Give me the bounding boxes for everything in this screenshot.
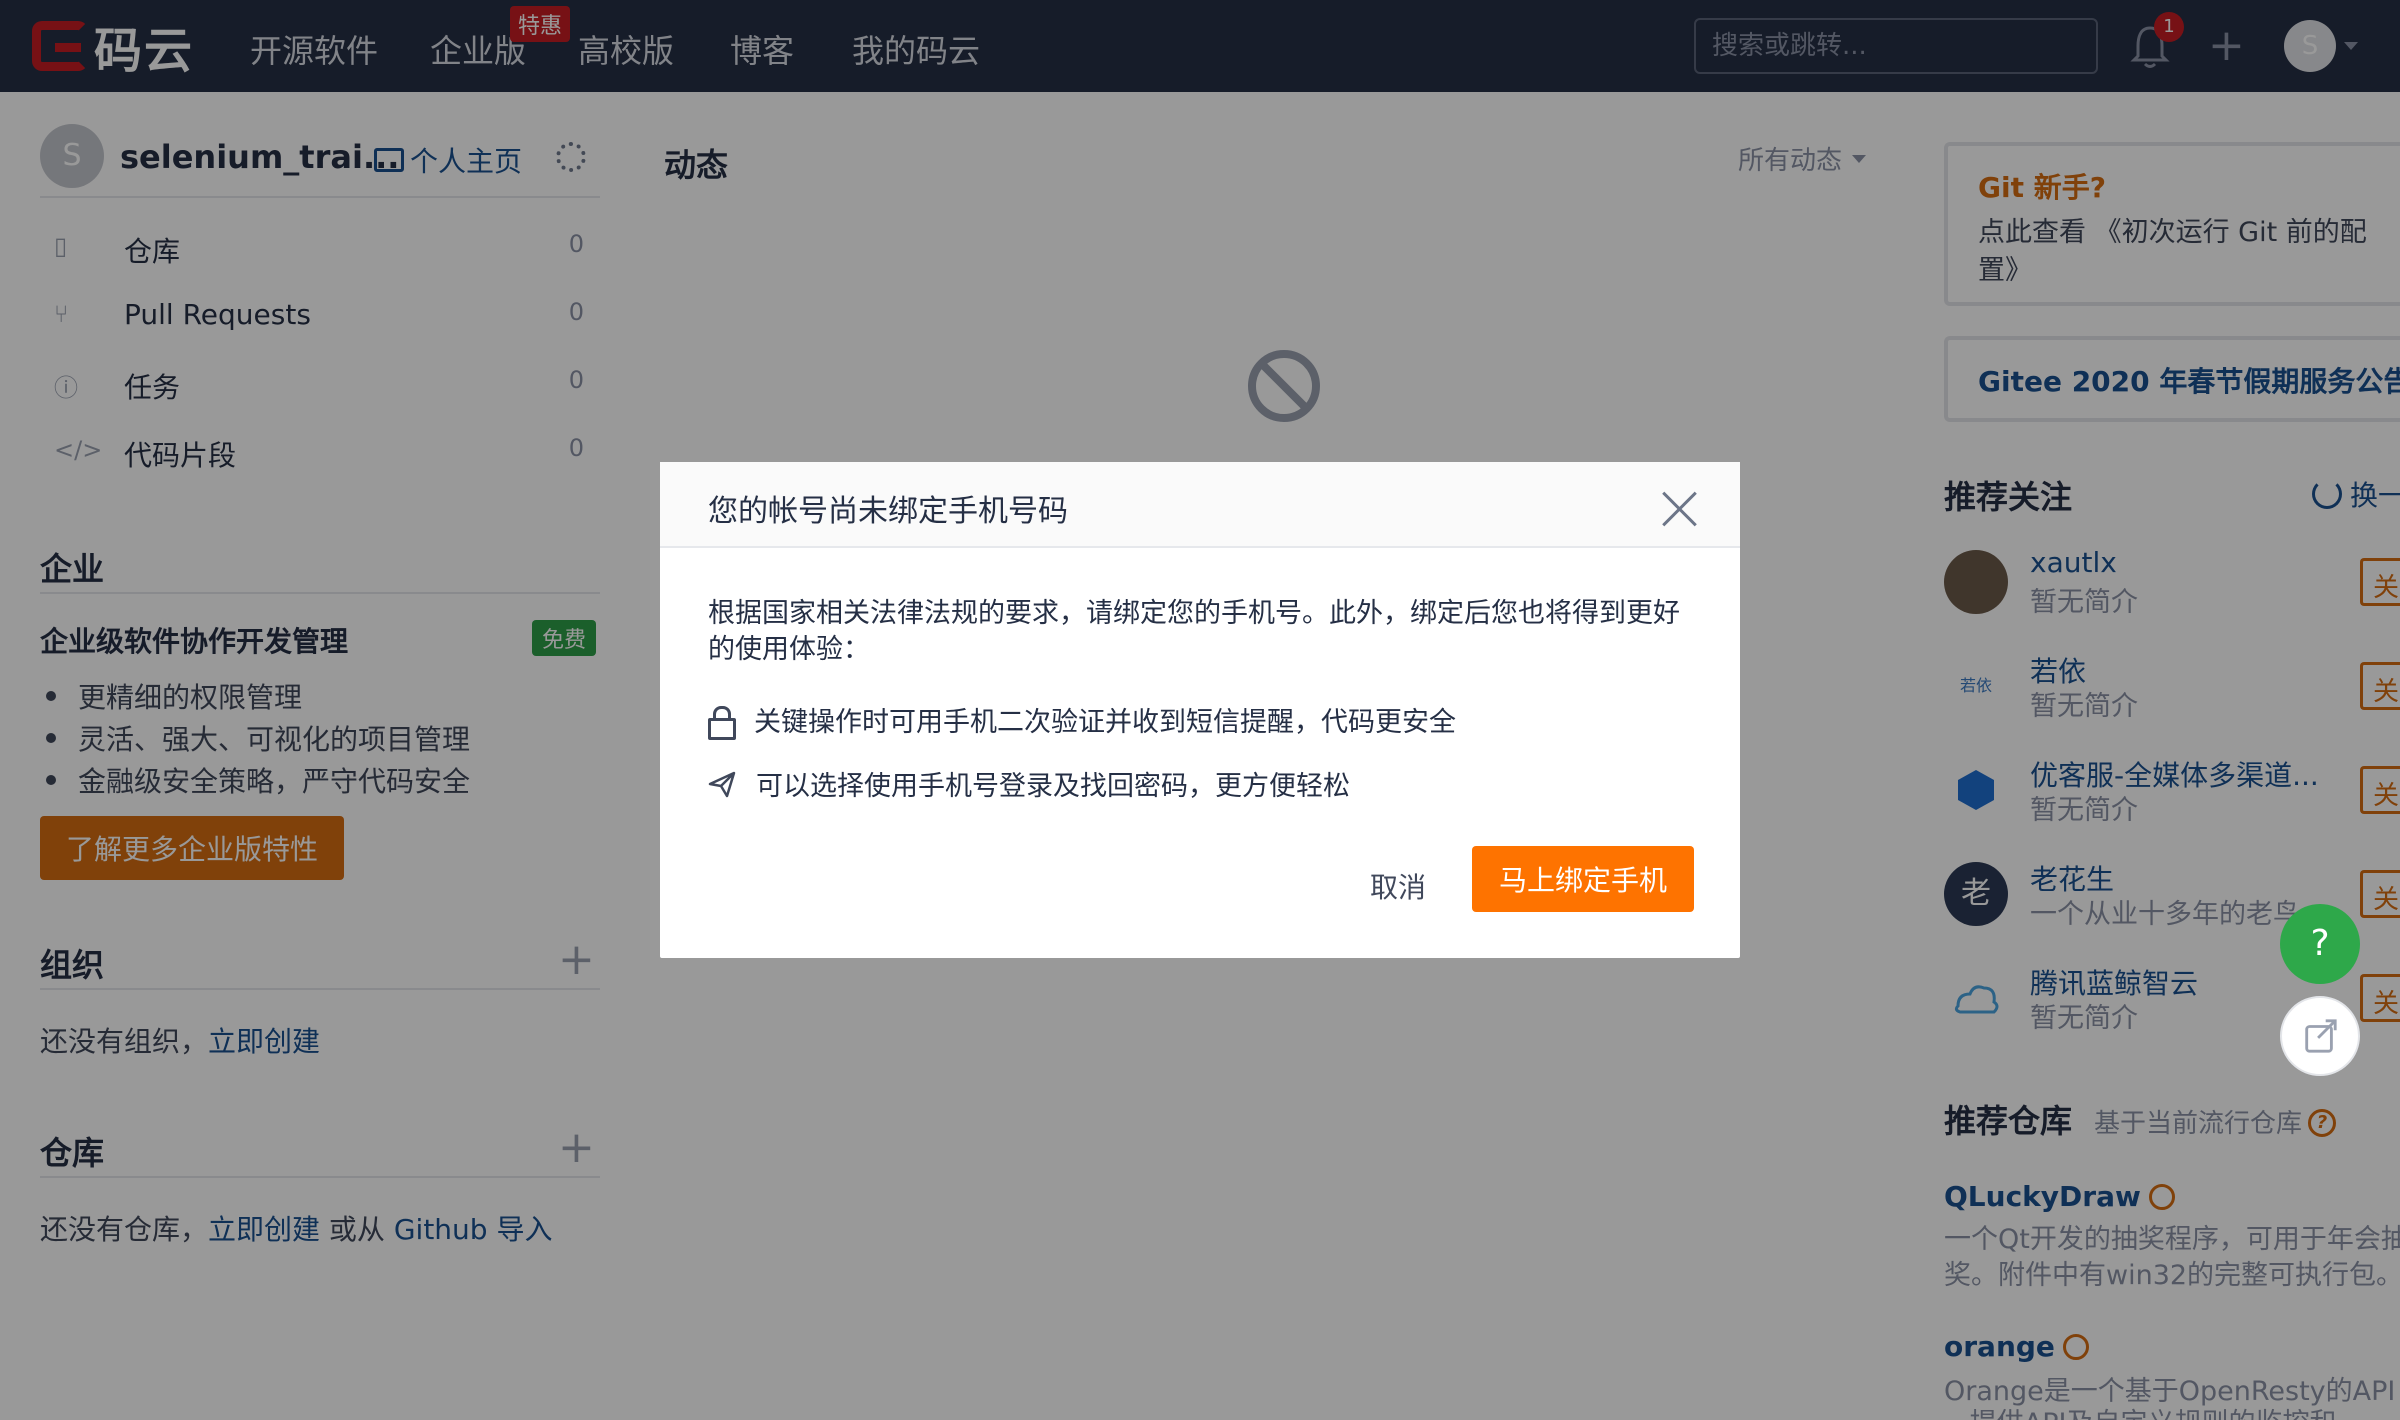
send-icon [708, 771, 736, 797]
lock-icon [708, 705, 736, 740]
bind-phone-dialog: 您的帐号尚未绑定手机号码 根据国家相关法律法规的要求，请绑定您的手机号。此外，绑… [660, 462, 1740, 958]
dialog-header: 您的帐号尚未绑定手机号码 [660, 462, 1740, 548]
share-icon [2305, 1019, 2337, 1053]
close-icon[interactable] [1660, 490, 1698, 528]
share-button[interactable] [2280, 996, 2360, 1076]
benefit-text: 关键操作时可用手机二次验证并收到短信提醒，代码更安全 [754, 707, 1456, 738]
cancel-button[interactable]: 取消 [1370, 866, 1426, 906]
dialog-description: 根据国家相关法律法规的要求，请绑定您的手机号。此外，绑定后您也将得到更好的使用体… [708, 598, 1680, 665]
bind-phone-button[interactable]: 马上绑定手机 [1472, 846, 1694, 912]
benefit-security: 关键操作时可用手机二次验证并收到短信提醒，代码更安全 [708, 700, 1456, 740]
help-button[interactable]: ? [2280, 904, 2360, 984]
benefit-login: 可以选择使用手机号登录及找回密码，更方便轻松 [708, 764, 1350, 803]
benefit-text: 可以选择使用手机号登录及找回密码，更方便轻松 [756, 771, 1350, 802]
dialog-title: 您的帐号尚未绑定手机号码 [708, 494, 1068, 529]
